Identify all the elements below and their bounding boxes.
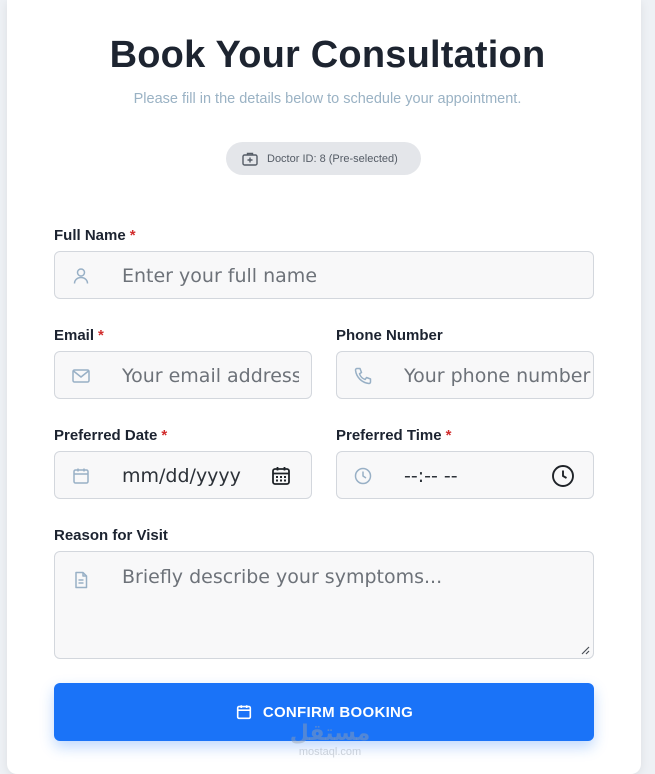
calendar-icon <box>236 705 251 720</box>
clock-icon <box>354 467 372 485</box>
doctor-id-badge: Doctor ID: 8 (Pre-selected) <box>226 142 421 175</box>
full-name-placeholder: Enter your full name <box>122 265 318 287</box>
phone-field[interactable]: Your phone number <box>336 351 594 399</box>
reason-textarea[interactable]: Briefly describe your symptoms... <box>54 551 594 659</box>
calendar-picker-icon[interactable] <box>269 464 293 488</box>
time-label: Preferred Time * <box>336 427 451 444</box>
date-input[interactable]: mm/dd/yyyy <box>54 451 312 499</box>
time-input[interactable]: --:-- -- <box>336 451 594 499</box>
email-label: Email * <box>54 327 104 344</box>
phone-placeholder: Your phone number <box>404 365 591 387</box>
watermark: مستقل mostaql.com <box>280 720 380 758</box>
date-label-text: Preferred Date <box>54 427 158 444</box>
document-icon <box>75 571 88 589</box>
mail-icon <box>72 369 90 383</box>
full-name-label-text: Full Name <box>54 227 126 244</box>
phone-label: Phone Number <box>336 327 443 344</box>
full-name-input[interactable]: Enter your full name <box>54 251 594 299</box>
page-title: Book Your Consultation <box>109 34 546 76</box>
date-label: Preferred Date * <box>54 427 167 444</box>
reason-label: Reason for Visit <box>54 527 168 544</box>
required-mark: * <box>445 427 452 444</box>
watermark-latin: mostaql.com <box>298 746 362 758</box>
confirm-booking-label: CONFIRM BOOKING <box>262 703 414 721</box>
page-subtitle: Please fill in the details below to sche… <box>133 91 522 107</box>
watermark-arabic: مستقل <box>289 720 371 745</box>
email-placeholder: Your email address <box>122 365 299 387</box>
resize-handle-icon[interactable] <box>580 645 590 655</box>
user-icon <box>73 268 89 284</box>
clock-picker-icon[interactable] <box>551 464 575 488</box>
phone-icon <box>354 367 372 385</box>
full-name-label: Full Name * <box>54 227 136 244</box>
time-label-text: Preferred Time <box>336 427 442 444</box>
required-mark: * <box>129 227 136 244</box>
required-mark: * <box>98 327 104 344</box>
required-mark: * <box>161 427 168 444</box>
calendar-icon <box>73 468 89 484</box>
phone-label-text: Phone Number <box>336 327 443 344</box>
email-label-text: Email <box>54 327 95 344</box>
medical-kit-icon <box>242 152 258 166</box>
doctor-id-text: Doctor ID: 8 (Pre-selected) <box>267 152 398 165</box>
reason-placeholder: Briefly describe your symptoms... <box>122 566 443 588</box>
reason-label-text: Reason for Visit <box>54 527 168 544</box>
email-field[interactable]: Your email address <box>54 351 312 399</box>
